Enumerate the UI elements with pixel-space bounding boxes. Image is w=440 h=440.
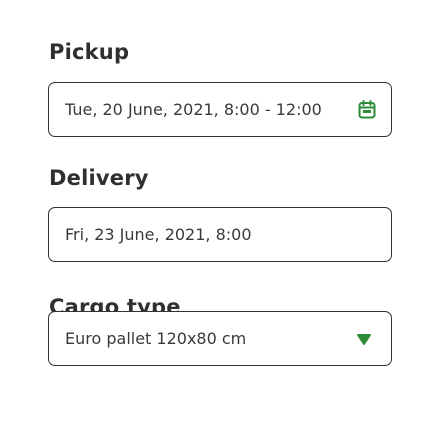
delivery-date-value: Fri, 23 June, 2021, 8:00 [65, 225, 252, 244]
cargo-type-value: Euro pallet 120x80 cm [65, 329, 247, 348]
delivery-title: Delivery [49, 166, 149, 190]
pickup-date-field[interactable]: Tue, 20 June, 2021, 8:00 - 12:00 [48, 82, 392, 137]
calendar-icon[interactable] [357, 100, 377, 120]
cargo-type-select[interactable]: Euro pallet 120x80 cm [48, 311, 392, 366]
pickup-date-value: Tue, 20 June, 2021, 8:00 - 12:00 [65, 100, 322, 119]
pickup-title: Pickup [49, 40, 130, 64]
delivery-date-field[interactable]: Fri, 23 June, 2021, 8:00 [48, 207, 392, 262]
chevron-down-icon[interactable] [355, 330, 373, 348]
